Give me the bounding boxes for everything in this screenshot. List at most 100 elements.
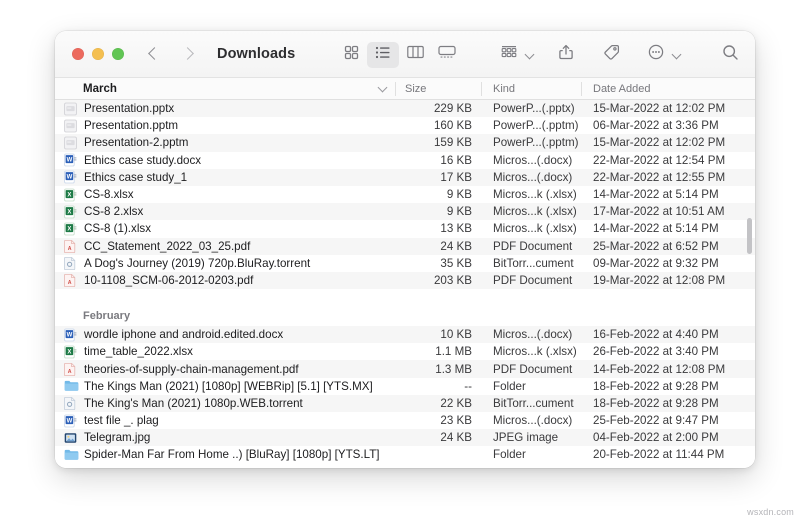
table-row[interactable]: The King's Man (2021) 1080p.WEB.torrent 2…: [55, 394, 755, 412]
file-date-added-cell: 22-Mar-2022 at 12:55 PM: [593, 170, 726, 184]
file-name-label: The Kings Man (2021) [1080p] [WEBRip] [5…: [84, 379, 373, 393]
sort-chevron-down-icon: [379, 84, 388, 93]
share-button[interactable]: [550, 42, 582, 68]
table-row[interactable]: X CS-8 2.xlsx 9 KB Micros...k (.xlsx) 17-Mar…: [55, 203, 755, 221]
svg-text:W: W: [67, 418, 73, 424]
ellipsis-circle-icon: [648, 44, 664, 65]
search-button[interactable]: [714, 42, 746, 68]
table-row[interactable]: Telegram.jpg 24 KB JPEG image 04-Feb-2022 a…: [55, 429, 755, 447]
svg-text:W: W: [67, 332, 73, 338]
gallery-view-button[interactable]: [431, 42, 463, 68]
excel-file-icon: X: [64, 205, 77, 219]
forward-chevron-icon[interactable]: [182, 45, 193, 63]
table-row[interactable]: X CS-8 (1).xlsx 13 KB Micros...k (.xlsx) 14-…: [55, 220, 755, 238]
list-view-button[interactable]: [367, 41, 399, 68]
file-date-added-cell: 18-Feb-2022 at 9:28 PM: [593, 396, 719, 410]
column-header-kind[interactable]: Kind: [481, 78, 581, 100]
file-date-added-cell: 09-Mar-2022 at 9:32 PM: [593, 256, 719, 270]
powerpoint-file-icon: [64, 102, 77, 116]
group-by-chevron-down-icon[interactable]: [526, 50, 535, 59]
file-name-label: Presentation-2.pptm: [84, 136, 189, 150]
file-kind-cell: Folder: [493, 448, 526, 462]
column-header-size-label: Size: [405, 82, 427, 95]
file-size-cell: --: [464, 379, 472, 393]
minimize-button[interactable]: [92, 48, 104, 60]
file-kind-cell: PDF Document: [493, 362, 573, 376]
column-header-date-added[interactable]: Date Added: [581, 78, 755, 100]
svg-text:A: A: [68, 280, 72, 286]
columns-icon: [406, 45, 424, 64]
close-button[interactable]: [72, 48, 84, 60]
file-size-cell: 35 KB: [440, 256, 472, 270]
file-name-cell: X CS-8.xlsx: [55, 188, 395, 202]
file-name-cell: X CS-8 (1).xlsx: [55, 222, 395, 236]
file-name-label: Presentation.pptm: [84, 119, 179, 133]
tags-button[interactable]: [595, 42, 627, 68]
pdf-file-icon: A: [64, 239, 77, 254]
file-size-cell: 24 KB: [440, 239, 472, 253]
table-row[interactable]: Presentation.pptm 160 KB PowerP...(.pptm) 0…: [55, 117, 755, 135]
table-row[interactable]: Presentation-2.pptm 159 KB PowerP...(.pptm…: [55, 134, 755, 152]
more-actions-button[interactable]: [640, 42, 672, 68]
file-kind-cell: PowerP...(.pptm): [493, 119, 579, 133]
word-file-icon: W: [64, 328, 77, 342]
file-name-cell: A Dog's Journey (2019) 720p.BluRay.torre…: [55, 256, 395, 271]
grid-icon: [344, 45, 359, 65]
table-row[interactable]: The Kings Man (2021) [1080p] [WEBRip] [5…: [55, 377, 755, 395]
powerpoint-file-icon: [64, 119, 77, 133]
file-kind-cell: PowerP...(.pptx): [493, 102, 575, 116]
gallery-icon: [438, 45, 456, 64]
icon-view-button[interactable]: [335, 42, 367, 68]
table-row[interactable]: Atheories-of-supply-chain-management.pdf…: [55, 360, 755, 378]
file-date-added-cell: 14-Feb-2022 at 12:08 PM: [593, 362, 726, 376]
table-row[interactable]: W Ethics case study_1 17 KB Micros...(.docx…: [55, 168, 755, 186]
watermark-text: wsxdn.com: [747, 507, 794, 517]
file-kind-cell: Micros...(.docx): [493, 170, 573, 184]
back-chevron-icon[interactable]: [149, 45, 160, 63]
tag-icon: [603, 44, 620, 65]
table-row[interactable]: Wwordle iphone and android.edited.docx 10…: [55, 326, 755, 344]
svg-text:W: W: [67, 158, 73, 164]
table-row[interactable]: A CC_Statement_2022_03_25.pdf 24 KB PDF Doc…: [55, 237, 755, 255]
svg-text:X: X: [67, 192, 71, 198]
file-name-cell: A 10-1108_SCM-06-2012-0203.pdf: [55, 273, 395, 288]
file-size-cell: 9 KB: [446, 205, 472, 219]
column-header-name[interactable]: March: [55, 78, 395, 100]
group-by-button[interactable]: [493, 42, 525, 68]
file-date-added-cell: 20-Feb-2022 at 11:44 PM: [593, 448, 725, 462]
file-name-cell: Wwordle iphone and android.edited.docx: [55, 328, 395, 342]
file-size-cell: 23 KB: [440, 414, 472, 428]
screenshot-canvas: Downloads March Size Kind Date Added Pre…: [0, 0, 800, 521]
file-size-cell: 17 KB: [440, 170, 472, 184]
file-name-label: CS-8 2.xlsx: [84, 205, 144, 219]
file-name-cell: A CC_Statement_2022_03_25.pdf: [55, 239, 395, 254]
file-size-cell: 229 KB: [433, 102, 472, 116]
file-date-added-cell: 15-Mar-2022 at 12:02 PM: [593, 136, 726, 150]
table-row[interactable]: Spider-Man Far From Home ..) [BluRay] [1…: [55, 446, 755, 464]
column-header-size[interactable]: Size: [395, 78, 481, 100]
finder-window: Downloads March Size Kind Date Added Pre…: [55, 31, 755, 468]
more-actions-chevron-down-icon[interactable]: [673, 50, 682, 59]
file-kind-cell: Micros...k (.xlsx): [493, 222, 577, 236]
table-row[interactable]: W Ethics case study.docx 16 KB Micros...(.d…: [55, 151, 755, 169]
file-name-label: The King's Man (2021) 1080p.WEB.torrent: [84, 396, 303, 410]
table-row[interactable]: Presentation.pptx 229 KB PowerP...(.pptx) 1…: [55, 100, 755, 118]
table-row[interactable]: X CS-8.xlsx 9 KB Micros...k (.xlsx) 14-Mar-2…: [55, 185, 755, 204]
column-view-button[interactable]: [399, 42, 431, 68]
word-file-icon: W: [64, 153, 77, 167]
table-row[interactable]: Wtest file _. plag 23 KB Micros...(.docx) 2…: [55, 412, 755, 430]
zoom-button[interactable]: [112, 48, 124, 60]
table-row[interactable]: A Dog's Journey (2019) 720p.BluRay.torre…: [55, 254, 755, 272]
svg-text:A: A: [68, 369, 72, 375]
file-list[interactable]: Presentation.pptx 229 KB PowerP...(.pptx) 1…: [55, 100, 755, 468]
svg-text:A: A: [68, 246, 72, 252]
vertical-scrollbar[interactable]: [747, 218, 752, 254]
table-row[interactable]: A 10-1108_SCM-06-2012-0203.pdf 203 KB PDF D…: [55, 271, 755, 290]
table-row[interactable]: Xtime_table_2022.xlsx 1.1 MB Micros...k (.…: [55, 343, 755, 361]
file-kind-cell: Micros...(.docx): [493, 414, 573, 428]
file-name-label: wordle iphone and android.edited.docx: [84, 328, 284, 342]
file-name-label: time_table_2022.xlsx: [84, 345, 193, 359]
file-name-cell: Atheories-of-supply-chain-management.pdf: [55, 362, 395, 377]
file-name-cell: Presentation-2.pptm: [55, 136, 395, 150]
folder-icon: [64, 379, 79, 393]
